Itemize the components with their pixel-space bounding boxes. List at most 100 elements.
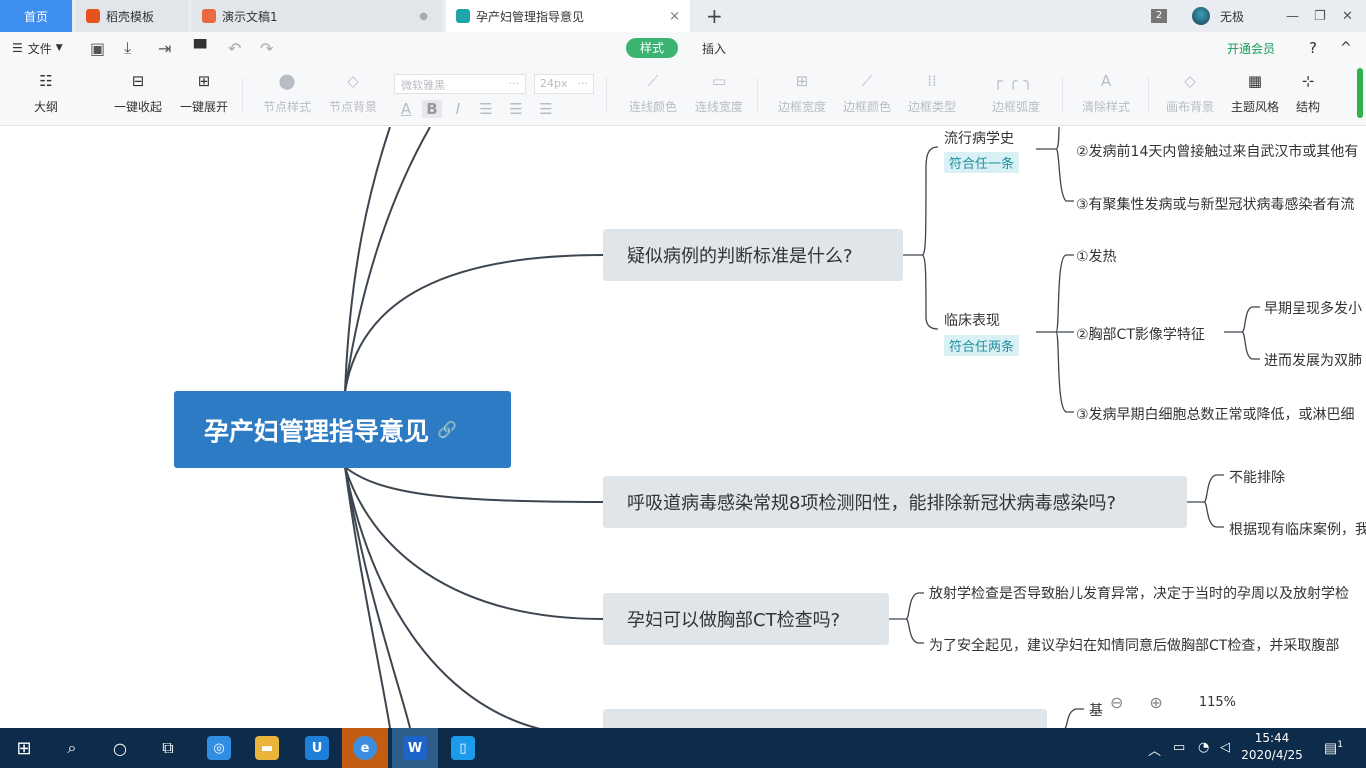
group-tag[interactable]: 符合任一条: [944, 152, 1020, 173]
new-tab-button[interactable]: +: [706, 4, 723, 28]
search-icon[interactable]: ⌕: [48, 728, 96, 768]
task-view-icon[interactable]: ⧉: [144, 728, 192, 768]
structure-button[interactable]: ⊹ 结构: [1296, 72, 1320, 115]
tab-style[interactable]: 样式: [626, 38, 678, 58]
leaf-node[interactable]: ①发热: [1076, 246, 1117, 266]
taskbar-app[interactable]: U: [294, 728, 340, 768]
export-icon[interactable]: ⇥: [158, 32, 171, 64]
phone-app-icon[interactable]: ▯: [440, 728, 486, 768]
leaf-node[interactable]: ③有聚集性发病或与新型冠状病毒感染者有流: [1076, 194, 1355, 214]
redo-icon[interactable]: ↷: [260, 32, 273, 64]
download-icon[interactable]: ⤓: [124, 32, 131, 64]
node-style-label: 节点样式: [263, 100, 312, 114]
leaf-node[interactable]: ②发病前14天内曾接触过来自武汉市或其他有: [1076, 141, 1358, 161]
node-bg-label: 节点背景: [329, 100, 378, 114]
notification-icon[interactable]: ▤1: [1324, 740, 1343, 757]
leaf-node[interactable]: ③发病早期白细胞总数正常或降低，或淋巴细: [1076, 404, 1355, 424]
connector-line: [344, 466, 604, 503]
vip-link[interactable]: 开通会员: [1227, 32, 1275, 64]
cortana-icon[interactable]: ○: [96, 728, 144, 768]
bold-button[interactable]: B: [422, 100, 442, 118]
help-icon[interactable]: ?: [1309, 32, 1317, 64]
branch-node[interactable]: 孕妇可以做胸部CT检查吗?: [603, 593, 889, 645]
leaf-node[interactable]: 放射学检查是否导致胎儿发育异常，决定于当时的孕周以及放射学检: [929, 583, 1349, 603]
minus-box-icon: ⊟: [131, 72, 145, 90]
battery-icon[interactable]: ▭: [1173, 740, 1185, 755]
border-width-button[interactable]: ⊞ 边框宽度: [778, 72, 826, 115]
collapse-all-button[interactable]: ⊟ 一键收起: [114, 72, 162, 115]
align-left-icon[interactable]: ☰: [476, 100, 496, 118]
taskbar-app[interactable]: ◎: [196, 728, 242, 768]
leaf-node[interactable]: 进而发展为双肺: [1264, 350, 1362, 370]
tray-expand-icon[interactable]: ︿: [1148, 740, 1161, 759]
font-size-select[interactable]: 24px ···: [534, 74, 594, 94]
undo-icon[interactable]: ↶: [228, 32, 241, 64]
close-window-button[interactable]: ✕: [1342, 0, 1353, 32]
chevron-down-icon: ▼: [55, 43, 63, 53]
restore-button[interactable]: ❐: [1314, 0, 1326, 32]
group-tag[interactable]: 符合任两条: [944, 335, 1020, 356]
file-menu[interactable]: ☰ 文件 ▼: [12, 32, 63, 64]
group-title[interactable]: 流行病学史: [944, 128, 1014, 148]
line-width-label: 连线宽度: [695, 100, 744, 114]
tab-home[interactable]: 首页: [0, 0, 72, 32]
tab-presentation[interactable]: 演示文稿1 ●: [192, 0, 442, 32]
volume-icon[interactable]: ◁: [1220, 740, 1230, 755]
group-title[interactable]: 临床表现: [944, 310, 1000, 330]
window-count-badge[interactable]: 2: [1151, 0, 1167, 32]
zoom-in-icon[interactable]: ⊕: [1149, 693, 1162, 712]
tab-templates[interactable]: 稻壳模板: [76, 0, 188, 32]
align-center-icon[interactable]: ☰: [506, 100, 526, 118]
system-clock[interactable]: 15:44 2020/4/25: [1240, 730, 1304, 764]
clear-style-button[interactable]: A 清除样式: [1082, 72, 1130, 115]
link-icon[interactable]: 🔗: [437, 420, 457, 439]
italic-button[interactable]: I: [448, 100, 468, 118]
border-type-button[interactable]: ⁞⁞ 边框类型: [908, 72, 956, 115]
connector-line: [344, 466, 604, 620]
branch-node-label: 呼吸道病毒感染常规8项检测阳性，能排除新冠状病毒感染吗?: [627, 493, 1117, 514]
zoom-out-icon[interactable]: ⊖: [1110, 693, 1123, 712]
leaf-node[interactable]: 早期呈现多发小: [1264, 298, 1362, 318]
zoom-level[interactable]: 115%: [1199, 695, 1236, 710]
notification-count: 1: [1337, 740, 1343, 750]
leaf-node[interactable]: 基: [1089, 700, 1103, 720]
border-color-button[interactable]: ⟋ 边框颜色: [843, 72, 891, 115]
tab-mindmap-active[interactable]: 孕产妇管理指导意见 ×: [446, 0, 690, 32]
line-color-button[interactable]: ⟋ 连线颜色: [629, 72, 677, 115]
node-style-button[interactable]: ⬤ 节点样式: [263, 72, 311, 115]
theme-button[interactable]: ▦ 主题风格: [1231, 72, 1279, 115]
canvas-background-button[interactable]: ◇ 画布背景: [1166, 72, 1214, 115]
leaf-node[interactable]: 根据现有临床案例，我: [1229, 519, 1366, 539]
toolbar: ☷ 大纲 ⊟ 一键收起 ⊞ 一键展开 ⬤ 节点样式 ◇ 节点背景 微软雅黑 ··…: [0, 64, 1366, 126]
leaf-node[interactable]: 为了安全起见，建议孕妇在知情同意后做胸部CT检查，并采取腹部: [929, 635, 1339, 655]
expand-all-button[interactable]: ⊞ 一键展开: [180, 72, 228, 115]
format-painter-icon[interactable]: ▀: [194, 32, 206, 64]
leaf-node[interactable]: 不能排除: [1229, 467, 1285, 487]
line-width-button[interactable]: ▭ 连线宽度: [695, 72, 743, 115]
save-icon[interactable]: ▣: [90, 32, 105, 64]
minimize-button[interactable]: —: [1286, 0, 1299, 32]
toolbar-scroll-indicator[interactable]: [1357, 68, 1363, 118]
browser-icon[interactable]: e: [342, 728, 388, 768]
root-node[interactable]: 孕产妇管理指导意见 🔗: [174, 391, 511, 468]
font-family-select[interactable]: 微软雅黑 ···: [394, 74, 526, 94]
file-explorer-icon[interactable]: ▬: [244, 728, 290, 768]
start-button[interactable]: ⊞: [0, 728, 48, 768]
node-background-button[interactable]: ◇ 节点背景: [329, 72, 377, 115]
branch-node[interactable]: 呼吸道病毒感染常规8项检测阳性，能排除新冠状病毒感染吗?: [603, 476, 1187, 528]
theme-icon: ▦: [1247, 72, 1263, 90]
outline-button[interactable]: ☷ 大纲: [34, 72, 58, 115]
border-radius-button[interactable]: ┌╭╮ 边框弧度: [986, 72, 1046, 115]
align-right-icon[interactable]: ☰: [536, 100, 556, 118]
user-account[interactable]: 无极: [1192, 0, 1244, 32]
tab-close-icon[interactable]: ×: [669, 9, 680, 24]
collapse-ribbon-icon[interactable]: ^: [1340, 32, 1352, 64]
font-color-button[interactable]: A: [396, 100, 416, 118]
branch-node[interactable]: [603, 709, 1047, 728]
leaf-node[interactable]: ②胸部CT影像学特征: [1076, 324, 1205, 344]
mindmap-canvas[interactable]: 孕产妇管理指导意见 🔗 疑似病例的判断标准是什么? 流行病学史 符合任一条 ②发…: [0, 127, 1366, 728]
wifi-icon[interactable]: ◔: [1198, 740, 1209, 755]
tab-insert[interactable]: 插入: [702, 32, 726, 64]
wps-icon[interactable]: W: [392, 728, 438, 768]
branch-node[interactable]: 疑似病例的判断标准是什么?: [603, 229, 903, 281]
